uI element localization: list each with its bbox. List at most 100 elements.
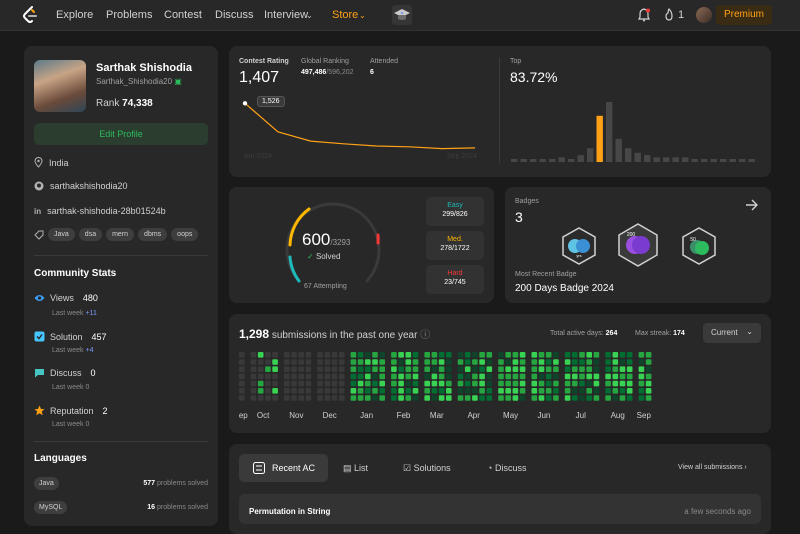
heatmap-cell[interactable] [298, 352, 304, 358]
heatmap-cell[interactable] [258, 366, 264, 372]
heatmap-cell[interactable] [406, 366, 412, 372]
year-dropdown[interactable]: Current⌄ [703, 323, 761, 343]
heatmap-cell[interactable] [586, 381, 592, 387]
heatmap-cell[interactable] [586, 359, 592, 365]
heatmap-cell[interactable] [513, 366, 519, 372]
heatmap-cell[interactable] [432, 381, 438, 387]
histogram-bar[interactable] [511, 159, 517, 162]
heatmap-cell[interactable] [458, 388, 464, 394]
heatmap-cell[interactable] [572, 381, 578, 387]
heatmap-cell[interactable] [627, 359, 633, 365]
heatmap-cell[interactable] [646, 359, 652, 365]
heatmap-cell[interactable] [546, 359, 552, 365]
heatmap-cell[interactable] [532, 374, 538, 380]
heatmap-cell[interactable] [358, 374, 364, 380]
heatmap-cell[interactable] [432, 366, 438, 372]
heatmap-cell[interactable] [298, 374, 304, 380]
heatmap-cell[interactable] [505, 395, 511, 401]
heatmap-cell[interactable] [365, 381, 371, 387]
heatmap-cell[interactable] [413, 395, 419, 401]
heatmap-cell[interactable] [446, 352, 452, 358]
heatmap-cell[interactable] [339, 359, 345, 365]
heatmap-cell[interactable] [620, 388, 626, 394]
histogram-bar[interactable] [711, 159, 717, 162]
histogram-bar[interactable] [597, 116, 603, 162]
heatmap-cell[interactable] [572, 395, 578, 401]
heatmap-cell[interactable] [372, 359, 378, 365]
heatmap-cell[interactable] [265, 359, 271, 365]
heatmap-cell[interactable] [351, 352, 357, 358]
heatmap-cell[interactable] [391, 374, 397, 380]
heatmap-cell[interactable] [513, 374, 519, 380]
heatmap-cell[interactable] [572, 366, 578, 372]
heatmap-cell[interactable] [446, 359, 452, 365]
histogram-bar[interactable] [692, 159, 698, 162]
heatmap-cell[interactable] [272, 366, 278, 372]
histogram-bar[interactable] [559, 157, 565, 162]
heatmap-cell[interactable] [291, 395, 297, 401]
heatmap-cell[interactable] [553, 374, 559, 380]
difficulty-easy[interactable]: Easy 299/826 [426, 197, 484, 226]
heatmap-cell[interactable] [479, 388, 485, 394]
heatmap-cell[interactable] [413, 374, 419, 380]
heatmap-cell[interactable] [272, 352, 278, 358]
heatmap-cell[interactable] [258, 374, 264, 380]
heatmap-cell[interactable] [520, 395, 526, 401]
heatmap-cell[interactable] [613, 366, 619, 372]
heatmap-cell[interactable] [325, 395, 331, 401]
heatmap-cell[interactable] [391, 366, 397, 372]
nav-discuss[interactable]: Discuss [215, 9, 254, 21]
heatmap-cell[interactable] [458, 352, 464, 358]
histogram-bar[interactable] [635, 153, 641, 162]
heatmap-cell[interactable] [406, 381, 412, 387]
heatmap-cell[interactable] [351, 381, 357, 387]
heatmap-cell[interactable] [620, 395, 626, 401]
heatmap-cell[interactable] [627, 366, 633, 372]
heatmap-cell[interactable] [639, 374, 645, 380]
heatmap-cell[interactable] [251, 374, 257, 380]
heatmap-cell[interactable] [298, 366, 304, 372]
heatmap-cell[interactable] [465, 359, 471, 365]
heatmap-cell[interactable] [594, 388, 600, 394]
histogram-bar[interactable] [654, 157, 660, 162]
skill-tag[interactable]: mern [106, 228, 134, 241]
heatmap-cell[interactable] [639, 359, 645, 365]
heatmap-cell[interactable] [398, 352, 404, 358]
badge-50-days-icon[interactable]: 50 [681, 227, 717, 265]
heatmap-cell[interactable] [487, 388, 493, 394]
histogram-bar[interactable] [730, 159, 736, 162]
histogram-bar[interactable] [587, 148, 593, 162]
submission-heatmap[interactable]: SepOctNovDecJanFebMarAprMayJunJulAugSep [239, 352, 763, 422]
heatmap-cell[interactable] [258, 359, 264, 365]
heatmap-cell[interactable] [406, 359, 412, 365]
heatmap-cell[interactable] [565, 374, 571, 380]
heatmap-cell[interactable] [258, 395, 264, 401]
heatmap-cell[interactable] [272, 359, 278, 365]
heatmap-cell[interactable] [317, 352, 323, 358]
heatmap-cell[interactable] [239, 374, 245, 380]
heatmap-cell[interactable] [239, 381, 245, 387]
heatmap-cell[interactable] [365, 352, 371, 358]
heatmap-cell[interactable] [513, 381, 519, 387]
heatmap-cell[interactable] [539, 366, 545, 372]
heatmap-cell[interactable] [472, 359, 478, 365]
heatmap-cell[interactable] [458, 381, 464, 387]
skill-tag[interactable]: Java [48, 228, 75, 241]
heatmap-cell[interactable] [351, 374, 357, 380]
heatmap-cell[interactable] [605, 395, 611, 401]
tab-discuss[interactable]: ◔ Discuss [487, 463, 526, 473]
heatmap-cell[interactable] [605, 366, 611, 372]
nav-store[interactable]: Store [332, 9, 358, 21]
heatmap-cell[interactable] [472, 352, 478, 358]
activity-list-item[interactable]: Permutation in String a few seconds ago [239, 494, 761, 524]
heatmap-cell[interactable] [251, 388, 257, 394]
heatmap-cell[interactable] [365, 374, 371, 380]
heatmap-cell[interactable] [446, 395, 452, 401]
histogram-bar[interactable] [682, 157, 688, 162]
heatmap-cell[interactable] [291, 388, 297, 394]
heatmap-cell[interactable] [565, 366, 571, 372]
histogram-bar[interactable] [521, 159, 527, 162]
heatmap-cell[interactable] [284, 395, 290, 401]
heatmap-cell[interactable] [379, 381, 385, 387]
heatmap-cell[interactable] [424, 366, 430, 372]
